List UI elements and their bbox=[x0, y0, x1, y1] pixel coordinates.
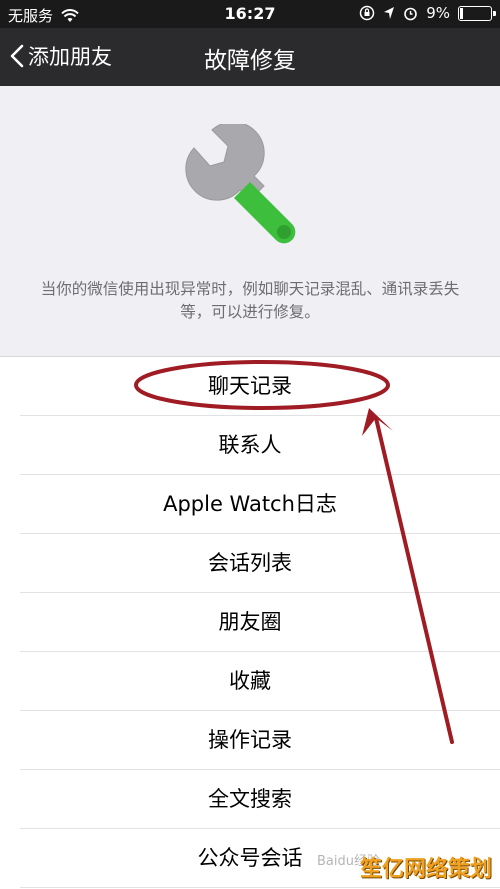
repair-options-list: 聊天记录 联系人 Apple Watch日志 会话列表 朋友圈 收藏 操作记录 … bbox=[0, 356, 500, 889]
hero-section: 当你的微信使用出现异常时，例如聊天记录混乱、通讯录丢失等，可以进行修复。 bbox=[0, 86, 500, 356]
list-item-moments[interactable]: 朋友圈 bbox=[0, 593, 500, 652]
alarm-icon bbox=[404, 7, 418, 20]
page-title: 故障修复 bbox=[204, 48, 296, 74]
list-item-favorites[interactable]: 收藏 bbox=[0, 652, 500, 711]
list-item-operation-log[interactable]: 操作记录 bbox=[0, 711, 500, 770]
rotation-lock-icon bbox=[359, 5, 375, 21]
list-item-full-text-search[interactable]: 全文搜索 bbox=[0, 770, 500, 829]
location-icon bbox=[384, 7, 395, 19]
wrench-icon bbox=[185, 124, 296, 244]
description-text: 当你的微信使用出现异常时，例如聊天记录混乱、通讯录丢失等，可以进行修复。 bbox=[40, 280, 460, 321]
nav-bar: 添加朋友 故障修复 bbox=[0, 28, 500, 86]
brand-watermark: 笙亿网络策划 bbox=[359, 857, 492, 882]
list-item-contacts[interactable]: 联系人 bbox=[0, 416, 500, 475]
list-item-chat-history[interactable]: 聊天记录 bbox=[0, 357, 500, 416]
status-bar: 无服务 16:27 9% bbox=[0, 0, 500, 28]
battery-icon bbox=[458, 5, 496, 21]
status-right: 9% bbox=[359, 4, 496, 22]
list-item-apple-watch-log[interactable]: Apple Watch日志 bbox=[0, 475, 500, 534]
battery-label: 9% bbox=[426, 4, 450, 22]
list-item-conversation-list[interactable]: 会话列表 bbox=[0, 534, 500, 593]
